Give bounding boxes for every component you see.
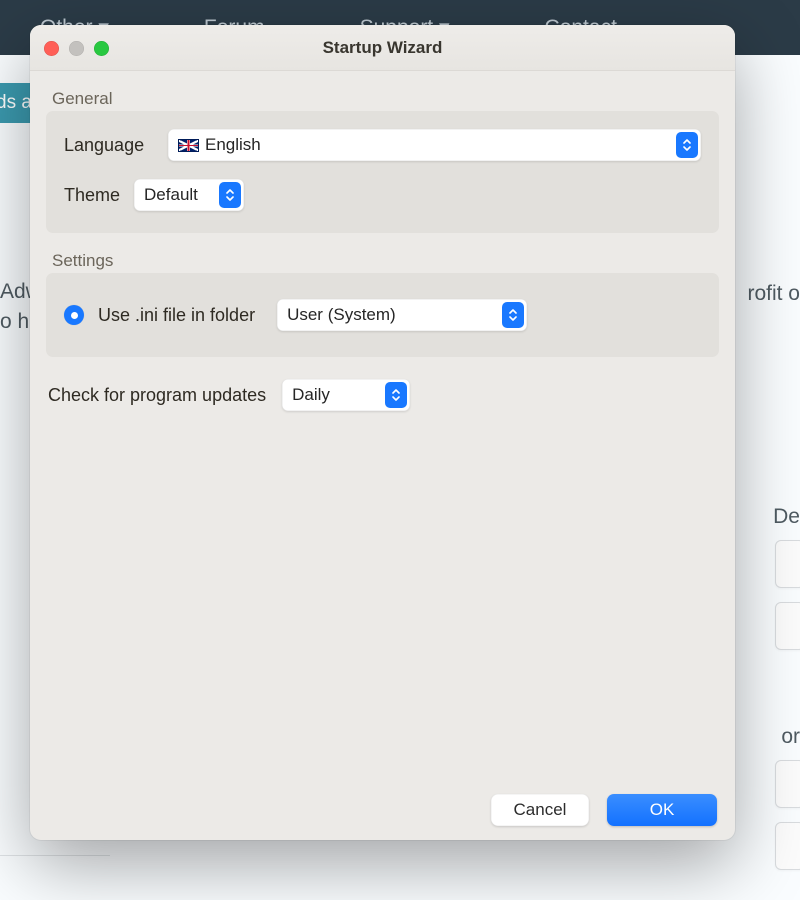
theme-select[interactable]: Default xyxy=(134,179,244,211)
window-titlebar[interactable]: Startup Wizard xyxy=(30,25,735,71)
window-controls xyxy=(44,41,109,56)
window-content: General Language English Theme Default xyxy=(30,71,735,794)
language-select-value: English xyxy=(205,135,261,155)
ok-button[interactable]: OK xyxy=(607,794,717,826)
window-footer: Cancel OK xyxy=(30,794,735,840)
settings-group-legend: Settings xyxy=(52,251,113,271)
chevrons-up-down-icon xyxy=(502,302,524,328)
theme-select-value: Default xyxy=(144,185,198,205)
window-title: Startup Wizard xyxy=(323,38,443,58)
background-input-fragment xyxy=(775,822,800,870)
ini-file-radio[interactable] xyxy=(64,305,84,325)
background-text-fragment: rofit o xyxy=(747,282,800,306)
language-select[interactable]: English xyxy=(168,129,701,161)
theme-label: Theme xyxy=(64,185,120,206)
general-group-legend: General xyxy=(52,89,112,109)
updates-select-value: Daily xyxy=(292,385,330,405)
background-input-fragment xyxy=(775,602,800,650)
chevrons-up-down-icon xyxy=(385,382,407,408)
chevrons-up-down-icon xyxy=(219,182,241,208)
maximize-window-button[interactable] xyxy=(94,41,109,56)
updates-select[interactable]: Daily xyxy=(282,379,410,411)
startup-wizard-window: Startup Wizard General Language English … xyxy=(30,25,735,840)
general-group: General Language English Theme Default xyxy=(46,111,719,233)
chevrons-up-down-icon xyxy=(676,132,698,158)
language-label: Language xyxy=(64,135,154,156)
uk-flag-icon xyxy=(178,139,199,152)
background-divider xyxy=(0,855,110,856)
updates-row: Check for program updates Daily xyxy=(46,379,719,411)
minimize-window-button[interactable] xyxy=(69,41,84,56)
background-input-fragment xyxy=(775,760,800,808)
background-text-fragment: De xyxy=(773,505,800,529)
cancel-button[interactable]: Cancel xyxy=(491,794,589,826)
ini-location-select-value: User (System) xyxy=(287,305,396,325)
updates-label: Check for program updates xyxy=(48,385,266,406)
settings-group: Settings Use .ini file in folder User (S… xyxy=(46,273,719,357)
ini-location-select[interactable]: User (System) xyxy=(277,299,527,331)
background-input-fragment xyxy=(775,540,800,588)
background-text-fragment: or xyxy=(781,725,800,749)
close-window-button[interactable] xyxy=(44,41,59,56)
ini-file-label: Use .ini file in folder xyxy=(98,305,255,326)
